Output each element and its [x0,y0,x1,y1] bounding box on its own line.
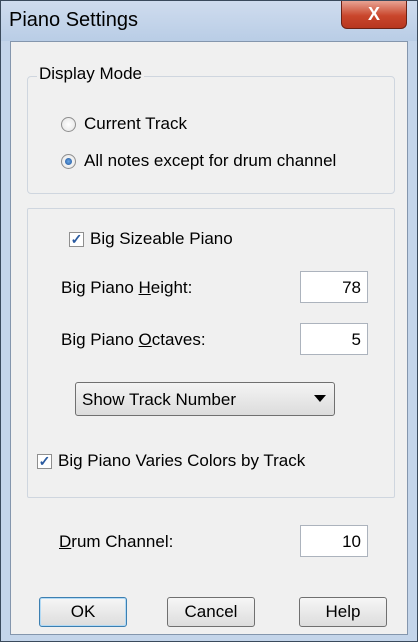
big-piano-height-input[interactable]: 78 [300,271,368,303]
radio-button[interactable] [61,116,76,132]
label-part: rum Channel: [71,532,174,551]
track-display-dropdown[interactable]: Show Track Number [75,382,335,416]
close-icon: X [367,4,380,24]
label-part: eight: [150,278,193,297]
radio-current-track[interactable]: Current Track [61,114,187,134]
ok-button[interactable]: OK [39,597,127,627]
big-piano-octaves-label: Big Piano Octaves: [61,330,206,350]
label-accesskey: O [138,330,152,349]
checkbox-big-sizeable-piano[interactable]: ✓ Big Sizeable Piano [69,229,233,249]
window-title: Piano Settings [9,9,138,31]
display-mode-group [27,76,395,194]
dialog-body: Display Mode Current Track All notes exc… [10,41,408,635]
big-piano-height-label: Big Piano Height: [61,278,192,298]
help-button[interactable]: Help [299,597,387,627]
label-part: ctaves: [151,330,206,349]
dropdown-selected: Show Track Number [82,390,236,409]
close-button[interactable]: X [341,1,407,29]
drum-channel-label: Drum Channel: [59,532,173,552]
display-mode-label: Display Mode [37,64,144,84]
checkbox-label: Big Piano Varies Colors by Track [58,451,306,470]
chevron-down-icon [314,395,326,402]
check-icon[interactable]: ✓ [69,231,84,247]
drum-channel-input[interactable]: 10 [300,525,368,557]
label-part: Big Piano [61,278,139,297]
cancel-button[interactable]: Cancel [167,597,255,627]
label-accesskey: D [59,532,72,551]
dialog-window: Piano Settings X Display Mode Current Tr… [0,0,418,642]
radio-label: Current Track [84,114,187,133]
check-icon[interactable]: ✓ [37,453,52,469]
big-piano-octaves-input[interactable]: 5 [300,323,368,355]
radio-all-notes[interactable]: All notes except for drum channel [61,151,336,171]
checkbox-varies-colors[interactable]: ✓ Big Piano Varies Colors by Track [37,451,305,471]
radio-label: All notes except for drum channel [84,151,337,170]
label-accesskey: H [138,278,151,297]
checkbox-label: Big Sizeable Piano [90,229,233,248]
title-bar[interactable]: Piano Settings X [1,1,417,41]
label-part: Big Piano [61,330,139,349]
radio-button[interactable] [61,153,76,169]
